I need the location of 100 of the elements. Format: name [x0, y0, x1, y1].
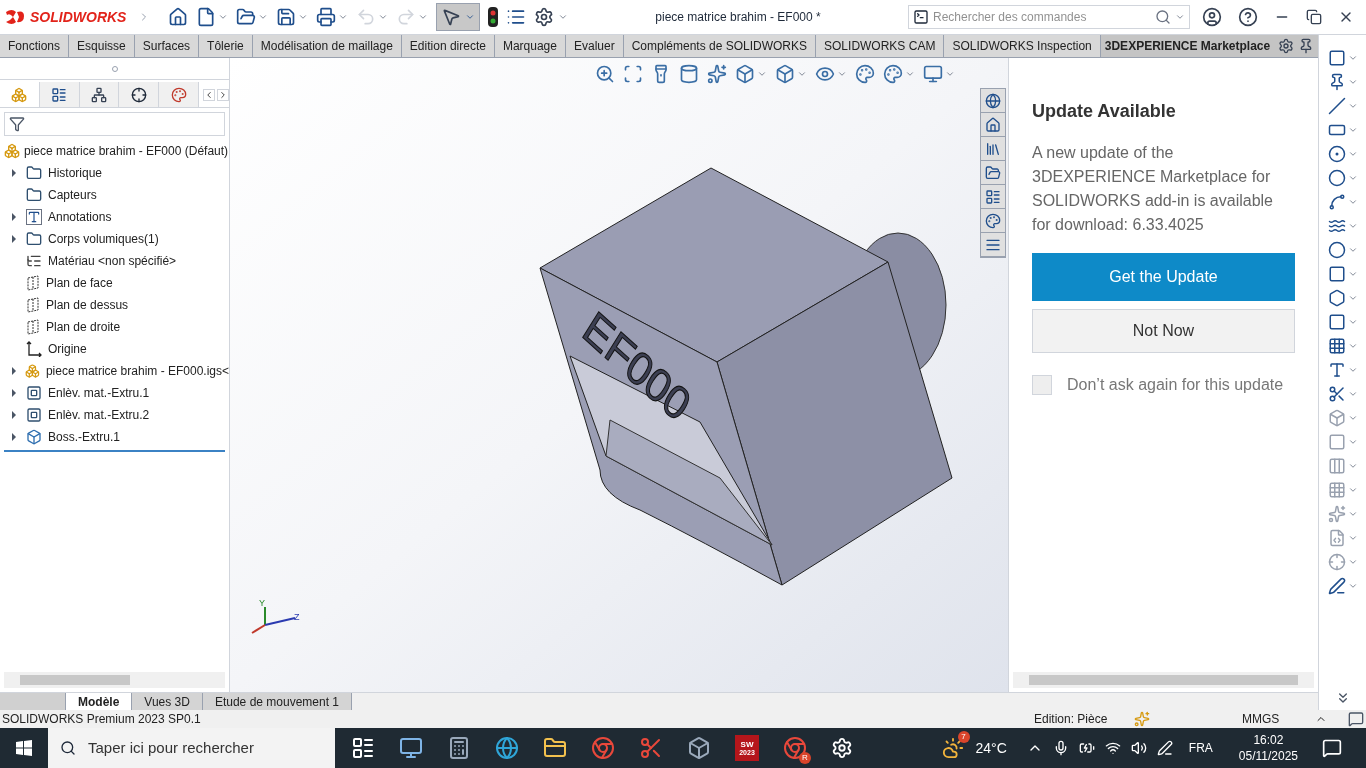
- expand-arrow-icon[interactable]: [12, 433, 16, 441]
- expand-arrow-icon[interactable]: [12, 411, 16, 419]
- input-language[interactable]: FRA: [1188, 739, 1213, 757]
- scroll-right-icon[interactable]: [217, 88, 229, 101]
- tree-item[interactable]: Boss.-Extru.1: [48, 428, 121, 446]
- view-palette-icon[interactable]: [985, 188, 1001, 205]
- property-manager-tab[interactable]: [39, 82, 80, 107]
- start-icon[interactable]: [16, 740, 32, 756]
- tree-item[interactable]: Matériau <non spécifié>: [48, 252, 177, 270]
- tree-item[interactable]: Historique: [48, 164, 103, 182]
- tree-item[interactable]: Capteurs: [48, 186, 97, 204]
- app-icon[interactable]: [687, 736, 711, 760]
- mirror-icon[interactable]: [1327, 457, 1346, 475]
- help-icon[interactable]: [1238, 7, 1258, 27]
- clock[interactable]: 16:02 05/11/2025: [1238, 732, 1298, 764]
- print-icon[interactable]: [316, 7, 336, 27]
- polygon-icon[interactable]: [1327, 289, 1346, 307]
- units[interactable]: MMGS: [1242, 710, 1280, 728]
- appearances-icon[interactable]: [985, 212, 1001, 229]
- options-list-icon[interactable]: [506, 7, 526, 27]
- line-icon[interactable]: [1327, 97, 1346, 115]
- snipping-tool-icon[interactable]: [639, 736, 663, 760]
- expand-arrow-icon[interactable]: [11, 367, 16, 375]
- traffic-light-icon[interactable]: [488, 7, 498, 27]
- taskbar-search-field[interactable]: Taper ici pour rechercher: [88, 736, 323, 760]
- bottom-tab[interactable]: Etude de mouvement 1: [202, 693, 352, 710]
- expand-arrow-icon[interactable]: [12, 213, 16, 221]
- spline-icon[interactable]: [1327, 217, 1346, 235]
- caret-icon[interactable]: [465, 12, 475, 22]
- restore-icon[interactable]: [1306, 9, 1322, 25]
- file-explorer-icon[interactable]: [543, 736, 567, 760]
- tree-item[interactable]: Plan de dessus: [46, 296, 129, 314]
- file-explorer-icon[interactable]: [985, 164, 1001, 181]
- zoom-to-fit-icon[interactable]: [595, 64, 615, 84]
- expand-arrow-icon[interactable]: [12, 169, 16, 177]
- get-update-button[interactable]: Get the Update: [1032, 253, 1295, 301]
- command-search-field[interactable]: Rechercher des commandes: [933, 8, 1151, 26]
- horizontal-scrollbar[interactable]: [1013, 672, 1314, 688]
- task-view-icon[interactable]: [351, 736, 375, 760]
- temperature[interactable]: 24°C: [975, 737, 1007, 759]
- save-icon[interactable]: [276, 7, 296, 27]
- remote-desktop-icon[interactable]: [399, 736, 423, 760]
- weather-icon[interactable]: [941, 737, 964, 759]
- tree-item[interactable]: Annotations: [48, 208, 112, 226]
- design-library-icon[interactable]: [985, 140, 1001, 157]
- bottom-tab[interactable]: Vues 3D: [132, 693, 203, 710]
- not-now-button[interactable]: Not Now: [1032, 309, 1295, 353]
- apply-scene-icon[interactable]: [883, 64, 903, 84]
- view-settings-icon[interactable]: [923, 64, 943, 84]
- tree-item[interactable]: Origine: [48, 340, 87, 358]
- convert-entities-icon[interactable]: [1327, 409, 1346, 427]
- zoom-area-icon[interactable]: [623, 64, 643, 84]
- tree-item[interactable]: Plan de face: [46, 274, 113, 292]
- search-icon[interactable]: [60, 740, 76, 756]
- tree-root-label[interactable]: piece matrice brahim - EF000 (Défaut): [24, 142, 229, 160]
- tree-item[interactable]: Plan de droite: [46, 318, 121, 336]
- circle-icon[interactable]: [1327, 169, 1346, 187]
- edge-browser-icon[interactable]: [495, 736, 519, 760]
- quick-snaps-icon[interactable]: [1327, 577, 1346, 595]
- pin-icon[interactable]: [1298, 38, 1314, 54]
- hide-show-icon[interactable]: [815, 64, 835, 84]
- view-orientation-icon[interactable]: [735, 64, 755, 84]
- taskbar-search-box[interactable]: Taper ici pour rechercher: [48, 728, 335, 768]
- new-document-icon[interactable]: [196, 7, 216, 27]
- horizontal-scrollbar[interactable]: [4, 672, 225, 688]
- plane-icon[interactable]: [1327, 337, 1346, 355]
- open-folder-icon[interactable]: [236, 7, 256, 27]
- settings-icon[interactable]: [534, 7, 554, 27]
- tree-item[interactable]: Enlèv. mat.-Extru.1: [48, 384, 150, 402]
- dont-ask-checkbox[interactable]: [1032, 375, 1052, 395]
- appearance-tab[interactable]: [159, 82, 199, 107]
- wifi-icon[interactable]: [1104, 740, 1121, 756]
- pen-icon[interactable]: [1156, 740, 1173, 756]
- display-style-icon[interactable]: [775, 64, 795, 84]
- configuration-manager-tab[interactable]: [79, 82, 120, 107]
- settings-icon[interactable]: [1278, 38, 1294, 54]
- calculator-icon[interactable]: [447, 736, 471, 760]
- edit-appearance-icon[interactable]: [855, 64, 875, 84]
- bottom-tab[interactable]: Modèle: [66, 693, 133, 710]
- globe-icon[interactable]: [985, 92, 1001, 109]
- select-pointer-icon[interactable]: [441, 7, 461, 27]
- volume-icon[interactable]: [1130, 740, 1147, 756]
- expand-arrow-icon[interactable]: [12, 389, 16, 397]
- dimxpert-tab[interactable]: [119, 82, 160, 107]
- filter-icon[interactable]: [9, 116, 25, 132]
- notifications-icon[interactable]: [1322, 738, 1342, 758]
- tree-item[interactable]: Corps volumiques(1): [48, 230, 159, 248]
- tree-item[interactable]: piece matrice brahim - EF000.igs<: [45, 362, 229, 380]
- expand-arrow-icon[interactable]: [12, 235, 16, 243]
- arc-icon[interactable]: [1327, 193, 1346, 211]
- user-account-icon[interactable]: [1202, 7, 1222, 27]
- trim-icon[interactable]: [1327, 385, 1346, 403]
- tree-item[interactable]: Enlèv. mat.-Extru.2: [48, 406, 150, 424]
- command-search-box[interactable]: Rechercher des commandes: [908, 5, 1190, 29]
- chrome-icon[interactable]: [591, 736, 615, 760]
- scroll-left-icon[interactable]: [203, 88, 215, 101]
- slot-icon[interactable]: [1327, 145, 1346, 163]
- home-icon[interactable]: [168, 7, 188, 27]
- text-icon[interactable]: [1327, 361, 1346, 379]
- ellipse-icon[interactable]: [1327, 241, 1346, 259]
